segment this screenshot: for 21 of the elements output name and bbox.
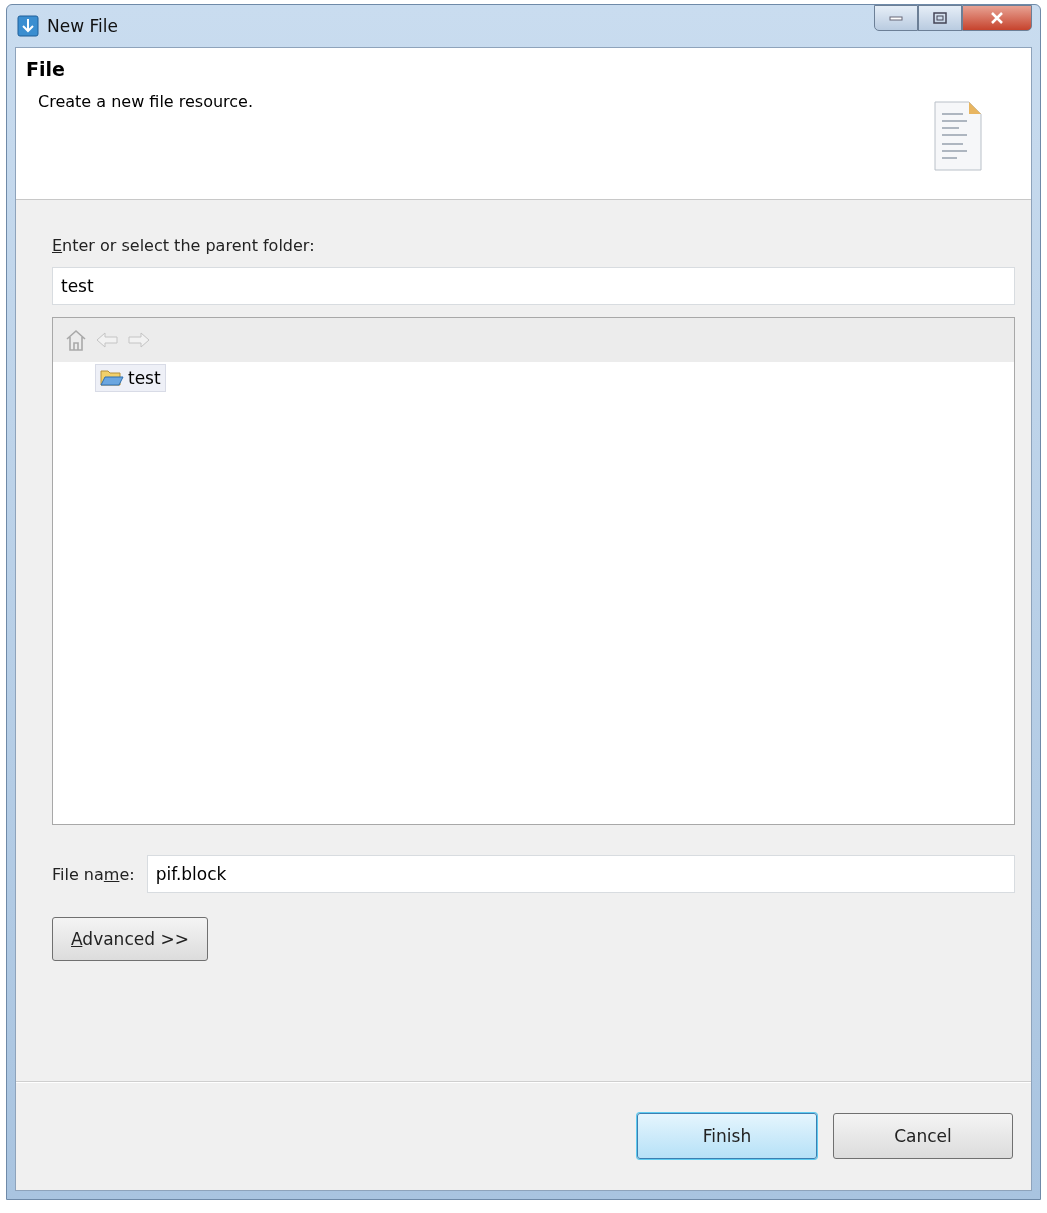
app-icon [17,15,39,37]
window-title: New File [47,16,118,36]
close-button[interactable] [962,5,1032,31]
dialog-button[interactable]: Finish [637,1113,817,1159]
file-name-field[interactable]: pif.block [146,855,1015,893]
page-description: Create a new file resource. [37,92,254,111]
document-icon [933,100,983,172]
file-name-label: File name: [52,864,135,884]
tree-item[interactable]: test [95,364,166,392]
page-title: File [26,58,66,80]
dialog-button[interactable]: Cancel [833,1113,1013,1159]
maximize-button[interactable] [918,5,962,31]
maximize-icon [933,12,947,24]
home-icon[interactable] [65,328,87,352]
minimize-button[interactable] [874,5,918,31]
advanced-button[interactable]: Advanced >> [52,917,208,961]
folder-icon [100,368,124,388]
minimize-icon [889,15,903,21]
parent-folder-label: Enter or select the parent folder: [52,236,316,255]
parent-folder-field[interactable]: test [52,267,1015,305]
close-icon [990,12,1004,24]
